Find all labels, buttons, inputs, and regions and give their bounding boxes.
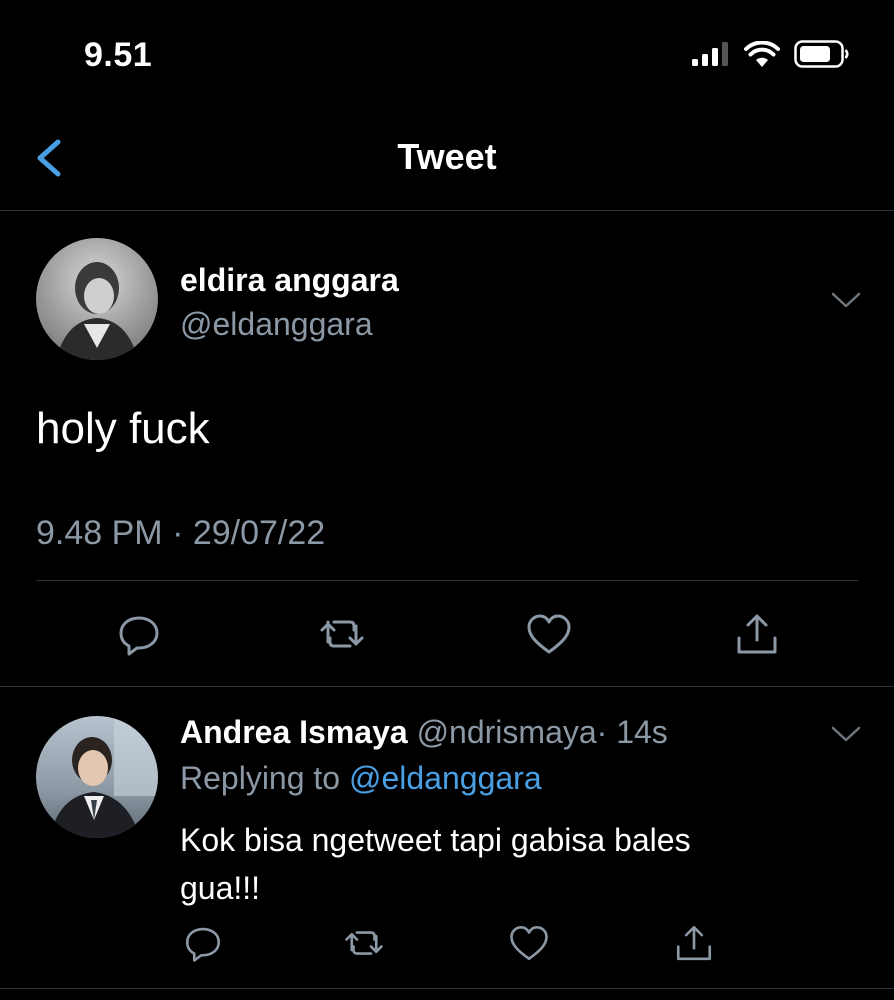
- reply-icon[interactable]: [115, 610, 163, 658]
- replying-to: Replying to @eldanggara: [180, 760, 542, 797]
- tweet-timestamp: 9.48 PM · 29/07/22: [36, 514, 326, 552]
- bottom-divider: [0, 988, 894, 989]
- replying-to-label: Replying to: [180, 760, 341, 796]
- page-title: Tweet: [397, 136, 497, 177]
- status-time: 9.51: [84, 36, 153, 74]
- reply-text-line: Kok bisa ngetweet tapi gabisa bales: [180, 822, 691, 858]
- avatar-portrait-image: [56, 262, 138, 360]
- reply-chevron-down-icon[interactable]: [830, 724, 862, 744]
- reply-avatar-portrait-image: [50, 716, 158, 838]
- battery-icon: [794, 40, 849, 68]
- reply-text-line: gua!!!: [180, 870, 261, 906]
- replying-to-handle-link[interactable]: @eldanggara: [349, 760, 542, 796]
- reply-author-name[interactable]: Andrea Ismaya: [180, 714, 408, 750]
- header-divider: [0, 210, 894, 211]
- reply-author-avatar[interactable]: [36, 716, 158, 838]
- wifi-icon: [744, 41, 780, 67]
- tweet-text: holy fuck: [36, 404, 210, 453]
- tweet-divider: [36, 580, 858, 581]
- reply-header: Andrea Ismaya @ndrismaya· 14s: [180, 714, 668, 751]
- author-handle[interactable]: @eldanggara: [180, 306, 373, 343]
- reply-share-icon[interactable]: [673, 922, 715, 964]
- status-icons: [690, 40, 850, 68]
- reply-author-handle[interactable]: @ndrismaya: [417, 714, 597, 750]
- share-icon[interactable]: [733, 610, 781, 658]
- reply-time-ago: · 14s: [596, 714, 668, 750]
- reply-like-heart-icon[interactable]: [508, 922, 550, 964]
- author-avatar[interactable]: [36, 238, 158, 360]
- reply-text: Kok bisa ngetweet tapi gabisa bales gua!…: [180, 816, 691, 912]
- author-name[interactable]: eldira anggara: [180, 262, 399, 299]
- section-divider: [0, 686, 894, 687]
- reply-retweet-icon[interactable]: [343, 922, 385, 964]
- reply-reply-icon[interactable]: [182, 922, 224, 964]
- retweet-icon[interactable]: [318, 610, 366, 658]
- like-heart-icon[interactable]: [525, 610, 573, 658]
- chevron-down-icon[interactable]: [830, 290, 862, 310]
- cellular-signal-icon: [692, 42, 728, 66]
